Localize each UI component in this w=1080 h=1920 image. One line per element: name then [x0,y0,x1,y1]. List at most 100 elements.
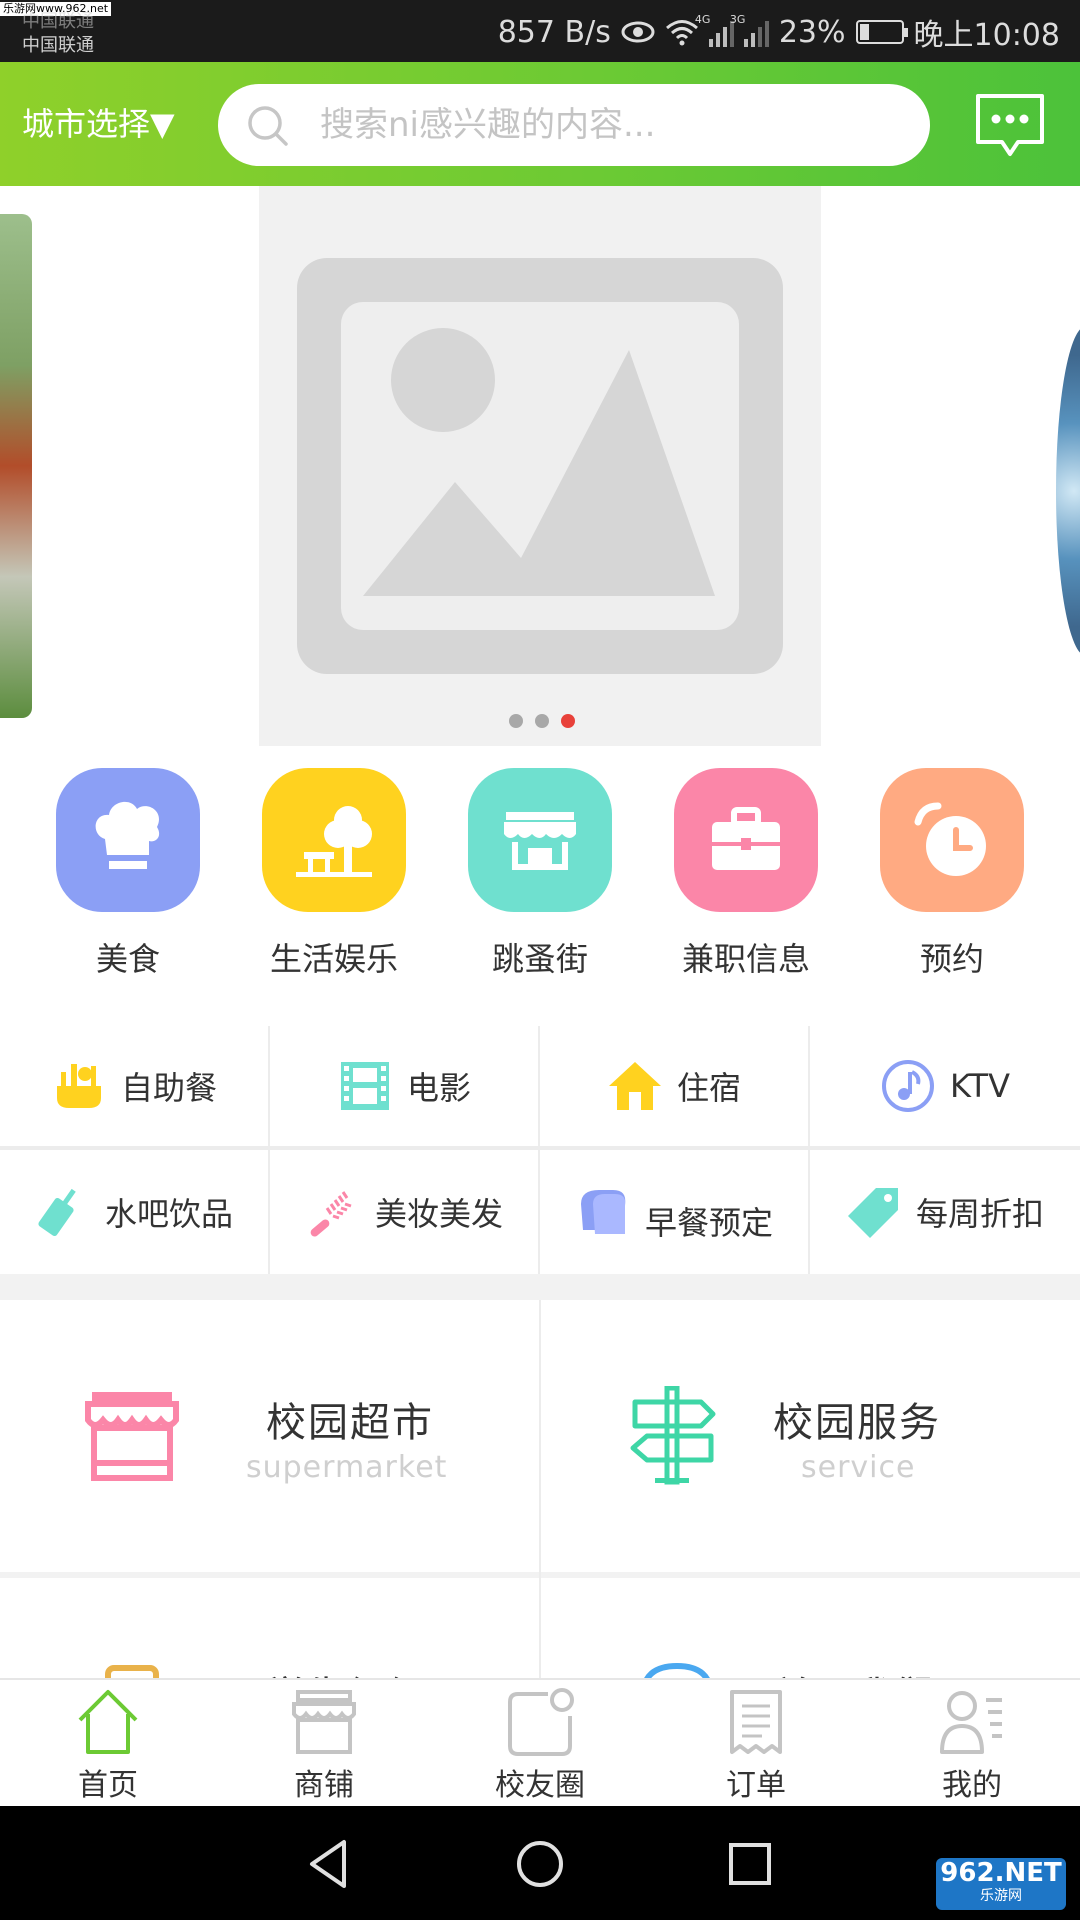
back-icon[interactable] [300,1834,360,1894]
category-label: 跳蚤街 [491,940,588,978]
shop-icon [85,1392,179,1481]
carousel-dot[interactable] [535,714,549,728]
profile-icon [940,1691,1002,1754]
logo-subtext: 乐游网 [980,1888,1022,1904]
carousel-dot[interactable] [561,714,575,728]
tab-shops[interactable]: 商铺 [216,1686,432,1804]
search-input[interactable] [318,98,898,152]
wifi-icon [665,20,698,46]
category-life[interactable]: 生活娱乐 [254,768,414,980]
image-placeholder-icon [297,258,783,674]
subcategory-discount[interactable]: 每周折扣 [810,1150,1080,1274]
eye-icon [621,21,655,43]
feature-subtitle: service [801,1450,916,1485]
subcategory-label: 水吧饮品 [104,1195,233,1233]
banner-prev-slide[interactable] [0,214,32,718]
signpost-icon [630,1386,716,1485]
tab-orders[interactable]: 订单 [648,1686,864,1804]
subcategory-label: 美妆美发 [374,1195,503,1233]
subcategory-label: KTV [950,1067,1010,1105]
subcategory-ktv[interactable]: KTV [810,1026,1080,1146]
subcategory-grid: 自助餐 电影 住宿 KTV 水吧饮品 美妆美发 早餐预定 每周折扣 [0,1026,1080,1274]
tab-alumni[interactable]: 校友圈 [432,1686,648,1804]
film-icon [340,1062,389,1110]
tab-label: 订单 [726,1768,786,1803]
banner-slide[interactable] [259,186,821,746]
net-speed: 857 B/s [497,14,611,50]
subcategory-label: 住宿 [676,1069,741,1107]
subcategory-buffet[interactable]: 自助餐 [0,1026,268,1146]
category-label: 兼职信息 [681,940,810,978]
search-icon [248,106,288,146]
category-label: 生活娱乐 [269,940,398,978]
logo-text: 962.NET [940,1858,1062,1888]
category-food[interactable]: 美食 [48,768,208,980]
category-booking[interactable]: 预约 [872,768,1032,980]
subcategory-movie[interactable]: 电影 [270,1026,538,1146]
subcategory-breakfast[interactable]: 早餐预定 [540,1150,808,1274]
message-icon[interactable] [974,92,1046,160]
subcategory-label: 每周折扣 [915,1195,1044,1233]
comb-icon [310,1191,352,1237]
banner-next-slide[interactable] [1056,326,1080,656]
feature-service[interactable]: 校园服务 service [541,1300,1080,1572]
buffet-icon [56,1064,101,1108]
battery-icon [855,20,908,44]
storefront-icon [468,768,612,912]
subcategory-label: 早餐预定 [644,1204,773,1242]
feature-title: 关于我们 [773,1664,933,1678]
carousel-dot[interactable] [509,714,523,728]
bag-icon [105,1665,159,1678]
tab-label: 首页 [78,1768,138,1803]
category-row: 美食 生活娱乐 跳蚤街 兼职信息 预约 [0,768,1080,1024]
price-tag-icon [847,1188,898,1238]
chef-hat-icon [56,768,200,912]
status-bar: 乐游网www.962.net 中国联通 中国联通 857 B/s 4G 3G 2… [0,0,1080,62]
home-nav-icon[interactable] [510,1834,570,1894]
search-bar[interactable] [218,84,930,166]
subcategory-drinks[interactable]: 水吧饮品 [0,1150,268,1274]
feature-title: 校园超市 [266,1400,434,1446]
system-nav-bar: 962.NET 乐游网 [0,1806,1080,1920]
category-part-time[interactable]: 兼职信息 [666,768,826,980]
signal-icon: 3G [730,13,769,47]
banner-carousel[interactable] [0,186,1080,748]
recents-icon[interactable] [720,1834,780,1894]
tab-label: 校友圈 [495,1768,585,1803]
clock: 晚上10:08 [913,18,1060,53]
music-note-icon [882,1060,935,1112]
subcategory-label: 自助餐 [120,1069,217,1107]
battery-percent: 23% [778,14,846,50]
carousel-dots [509,714,575,728]
feature-divider [539,1300,541,1680]
category-label: 预约 [919,940,984,978]
house-icon [608,1062,661,1110]
home-icon [78,1690,138,1754]
alarm-clock-icon [880,768,1024,912]
subcategory-beauty[interactable]: 美妆美发 [270,1150,538,1274]
briefcase-icon [674,768,818,912]
category-flea-market[interactable]: 跳蚤街 [460,768,620,980]
feature-about-us[interactable]: 关于我们 [541,1578,1080,1678]
tab-label: 商铺 [294,1768,354,1803]
tab-label: 我的 [942,1768,1002,1803]
feature-supermarket[interactable]: 校园超市 supermarket [0,1300,539,1572]
app-header: 城市选择▼ [0,62,1080,186]
globe-icon [644,1662,710,1678]
subcategory-lodging[interactable]: 住宿 [540,1026,808,1146]
city-selector[interactable]: 城市选择▼ [22,104,175,144]
carrier-label: 中国联通 [22,11,94,32]
store-icon [292,1690,356,1754]
bottom-tab-bar: 首页 商铺 校友圈 订单 我的 [0,1678,1080,1806]
tree-bench-icon [262,768,406,912]
drink-cup-icon [38,1188,76,1237]
site-logo: 962.NET 乐游网 [936,1858,1066,1910]
tab-home[interactable]: 首页 [0,1686,216,1804]
circle-square-icon [508,1688,574,1756]
bread-icon [580,1190,626,1234]
category-label: 美食 [95,940,160,978]
feature-student-org[interactable]: 学生组织 [0,1578,539,1678]
subcategory-label: 电影 [406,1069,471,1107]
tab-profile[interactable]: 我的 [864,1686,1080,1804]
feature-title: 校园服务 [773,1400,941,1446]
